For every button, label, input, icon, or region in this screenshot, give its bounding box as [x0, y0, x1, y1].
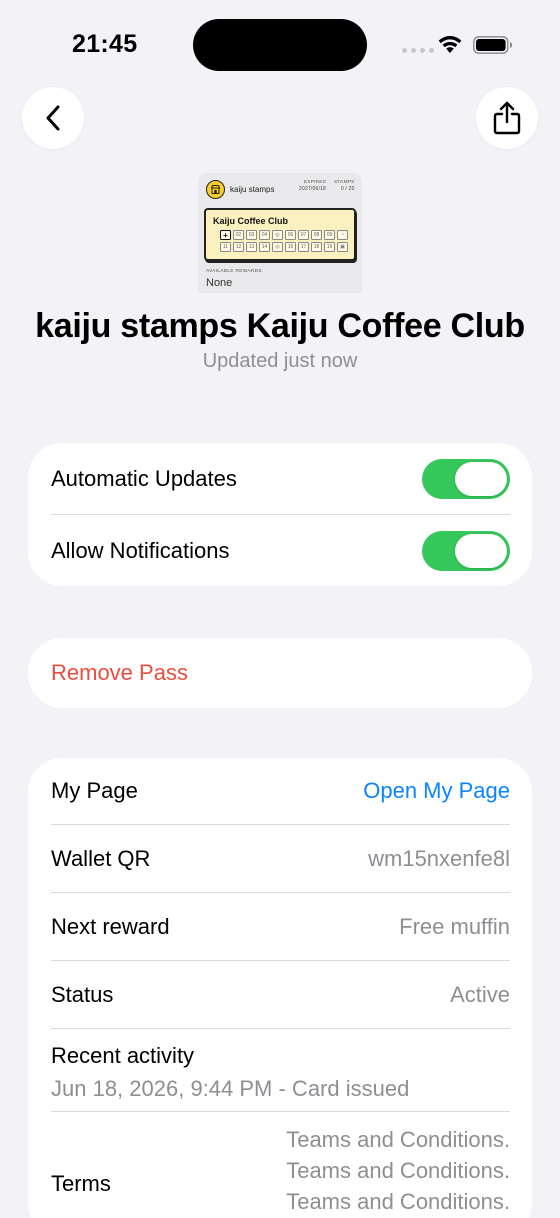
stamp-cell: 12: [233, 242, 244, 252]
pass-updated-status: Updated just now: [202, 350, 358, 372]
stamp-cell: 13: [246, 242, 257, 252]
cellular-signal-icon: [402, 48, 434, 53]
toggle-knob: [455, 534, 507, 568]
pass-details-group: My Page Open My Page Wallet QR wm15nxenf…: [28, 758, 532, 1218]
pass-thumbnail[interactable]: kaiju stamps EXPIRES 2027/06/18 STAMPS 0…: [199, 174, 361, 292]
stamp-cell: 07: [298, 230, 309, 240]
stamp-reward-icon: ◔: [337, 230, 348, 240]
shop-logo-icon: [206, 180, 225, 199]
pass-brand: kaiju stamps: [230, 185, 275, 194]
stamp-cell: 08: [311, 230, 322, 240]
next-reward-label: Next reward: [51, 914, 170, 939]
stamp-cell: 03: [246, 230, 257, 240]
status-row: Status Active: [51, 980, 510, 1010]
remove-pass-label: Remove Pass: [51, 660, 188, 685]
terms-label: Terms: [51, 1171, 111, 1196]
stamp-cell: 11: [220, 242, 231, 252]
battery-icon: [473, 36, 512, 54]
wallet-qr-row: Wallet QR wm15nxenfe8l: [51, 844, 510, 874]
stamp-cell: 02: [233, 230, 244, 240]
rewards-label: AVAILABLE REWARDS: [206, 269, 262, 274]
share-button[interactable]: [476, 87, 538, 149]
allow-notifications-label: Allow Notifications: [51, 538, 230, 563]
rewards-value: None: [206, 277, 233, 289]
stamp-reward-icon: ▣: [337, 242, 348, 252]
divider: [51, 824, 510, 825]
stamp-cell: +: [220, 230, 231, 240]
dynamic-island: [193, 19, 367, 71]
terms-value: Teams and Conditions. Teams and Conditio…: [286, 1124, 510, 1217]
back-button[interactable]: [22, 87, 84, 149]
stamp-card-title: Kaiju Coffee Club: [213, 216, 289, 226]
divider: [51, 892, 510, 893]
status-label: Status: [51, 982, 114, 1007]
my-page-label: My Page: [51, 778, 138, 803]
automatic-updates-row: Automatic Updates: [51, 459, 510, 499]
allow-notifications-toggle[interactable]: [422, 531, 510, 571]
open-my-page-link[interactable]: Open My Page: [363, 778, 510, 804]
stamp-cell: 04: [259, 230, 270, 240]
stamp-grid: + 02 03 04 ◎ 06 07 08 09 ◔ 11 12 13 14 ◎…: [220, 230, 348, 252]
stamp-cell: 14: [259, 242, 270, 252]
next-reward-row: Next reward Free muffin: [51, 912, 510, 942]
recent-activity-label: Recent activity: [51, 1043, 195, 1068]
allow-notifications-row: Allow Notifications: [51, 531, 510, 571]
my-page-row: My Page Open My Page: [51, 776, 510, 806]
pass-settings-group: Automatic Updates Allow Notifications: [28, 443, 532, 586]
stamp-bonus-icon: ◎: [272, 230, 283, 240]
remove-pass-button[interactable]: Remove Pass: [28, 638, 532, 708]
stamps-field: STAMPS 0 / 20: [334, 180, 355, 192]
pass-title: kaiju stamps Kaiju Coffee Club: [35, 307, 525, 345]
toggle-knob: [455, 462, 507, 496]
divider: [51, 1028, 510, 1029]
status-bar: 21:45: [0, 0, 560, 90]
divider: [51, 514, 510, 515]
stamp-cell: 06: [285, 230, 296, 240]
wallet-qr-value: wm15nxenfe8l: [368, 846, 510, 871]
stamp-bonus-icon: ◎: [272, 242, 283, 252]
share-icon: [493, 101, 521, 135]
stamp-cell: 18: [311, 242, 322, 252]
automatic-updates-toggle[interactable]: [422, 459, 510, 499]
stamp-card: Kaiju Coffee Club + 02 03 04 ◎ 06 07 08 …: [204, 208, 356, 261]
divider: [51, 960, 510, 961]
chevron-left-icon: [46, 105, 60, 131]
terms-line: Teams and Conditions.: [286, 1158, 510, 1183]
recent-activity-value: Jun 18, 2026, 9:44 PM - Card issued: [51, 1076, 410, 1101]
stamp-cell: 16: [285, 242, 296, 252]
terms-line: Teams and Conditions.: [286, 1189, 510, 1214]
stamp-cell: 19: [324, 242, 335, 252]
divider: [51, 1111, 510, 1112]
wifi-icon: [438, 36, 462, 53]
next-reward-value: Free muffin: [399, 914, 510, 939]
wallet-qr-label: Wallet QR: [51, 846, 151, 871]
terms-line: Teams and Conditions.: [286, 1127, 510, 1152]
expires-field: EXPIRES 2027/06/18: [299, 180, 327, 192]
automatic-updates-label: Automatic Updates: [51, 466, 237, 491]
stamp-cell: 17: [298, 242, 309, 252]
stamp-cell: 09: [324, 230, 335, 240]
status-value: Active: [450, 982, 510, 1007]
status-time: 21:45: [72, 30, 138, 58]
